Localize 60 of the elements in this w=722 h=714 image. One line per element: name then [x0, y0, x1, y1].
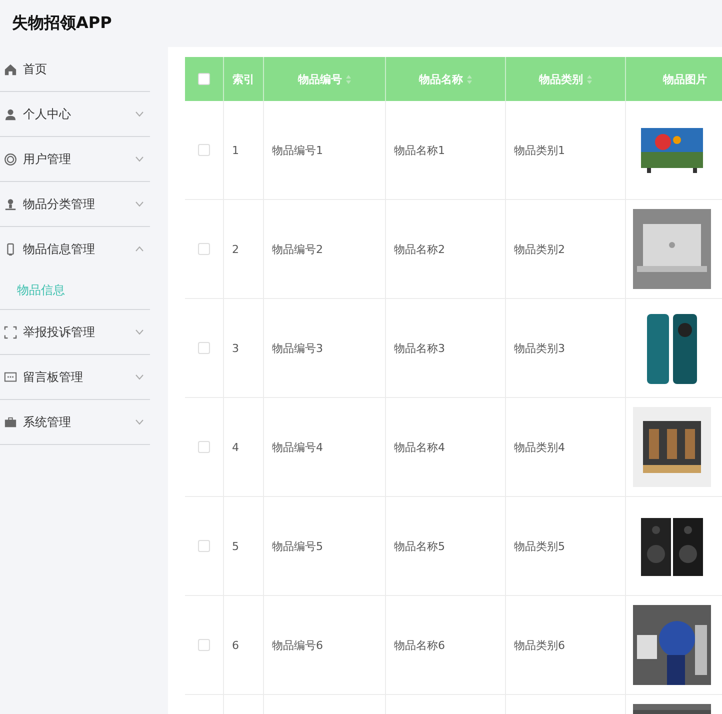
sort-icon[interactable] — [467, 74, 472, 84]
row-checkbox[interactable] — [198, 144, 210, 156]
sidebar-item[interactable]: 举报投诉管理 — [0, 310, 150, 354]
chevron-down-icon — [135, 111, 144, 117]
chevron-down-icon — [135, 374, 144, 380]
sort-icon[interactable] — [346, 74, 351, 84]
row-checkbox[interactable] — [198, 441, 210, 453]
row-checkbox[interactable] — [198, 342, 210, 354]
table-cell: 物品名称1 — [394, 142, 445, 158]
chevron-up-icon — [135, 246, 144, 252]
table-cell: 4 — [232, 440, 239, 454]
row-checkbox[interactable] — [198, 540, 210, 552]
table-cell: 物品编号2 — [272, 242, 323, 256]
table-cell: 物品类别4 — [514, 440, 565, 454]
table-cell: 物品名称5 — [394, 538, 445, 554]
sidebar-item[interactable]: 物品信息管理 — [0, 227, 150, 271]
table-cell: 物品类别6 — [514, 638, 565, 652]
table-cell: 物品类别1 — [514, 142, 565, 158]
table-cell: 物品名称6 — [394, 638, 445, 652]
app-title: 失物招领APP — [12, 13, 112, 34]
chevron-down-icon — [135, 156, 144, 162]
sort-icon[interactable] — [587, 74, 592, 84]
table-cell: 3 — [232, 342, 239, 354]
chevron-down-icon — [135, 329, 144, 335]
table-cell: 物品编号5 — [272, 538, 323, 554]
table-cell: 6 — [232, 638, 239, 652]
table-cell: 物品名称4 — [394, 440, 445, 454]
sidebar-item[interactable]: 用户管理 — [0, 137, 150, 181]
table-cell: 物品名称3 — [394, 340, 445, 356]
sidebar-item[interactable]: 留言板管理 — [0, 355, 150, 399]
chat-icon — [4, 370, 17, 384]
table-cell: 物品编号4 — [272, 440, 323, 454]
home-icon — [4, 62, 17, 76]
table-cell: 物品编号6 — [272, 638, 323, 652]
table-cell: 2 — [232, 242, 239, 256]
user-icon — [4, 108, 17, 120]
table-cell: 物品类别3 — [514, 340, 565, 356]
table-cell: 物品类别5 — [514, 538, 565, 554]
table-cell: 物品名称2 — [394, 242, 445, 256]
sidebar-item[interactable]: 系统管理 — [0, 400, 150, 444]
table-cell: 1 — [232, 144, 239, 156]
column-header: 索引 — [232, 72, 254, 86]
chevron-down-icon — [135, 419, 144, 425]
user-icon — [4, 198, 17, 210]
row-checkbox[interactable] — [198, 243, 210, 255]
column-header: 物品图片 — [663, 72, 707, 86]
table-cell: 物品编号1 — [272, 142, 323, 158]
sidebar-item[interactable]: 个人中心 — [0, 92, 150, 136]
chevron-down-icon — [135, 201, 144, 207]
table-cell: 物品类别2 — [514, 242, 565, 256]
briefcase-icon — [4, 416, 17, 428]
sidebar-item[interactable]: 物品分类管理 — [0, 182, 150, 226]
sidebar-item[interactable]: 首页 — [0, 47, 150, 91]
phone-icon — [4, 242, 17, 256]
target-icon — [4, 152, 17, 166]
frame-icon — [4, 326, 17, 338]
table-cell: 5 — [232, 540, 239, 552]
row-checkbox[interactable] — [198, 639, 210, 651]
select-all-checkbox[interactable] — [198, 73, 210, 85]
table-cell: 物品编号3 — [272, 340, 323, 356]
